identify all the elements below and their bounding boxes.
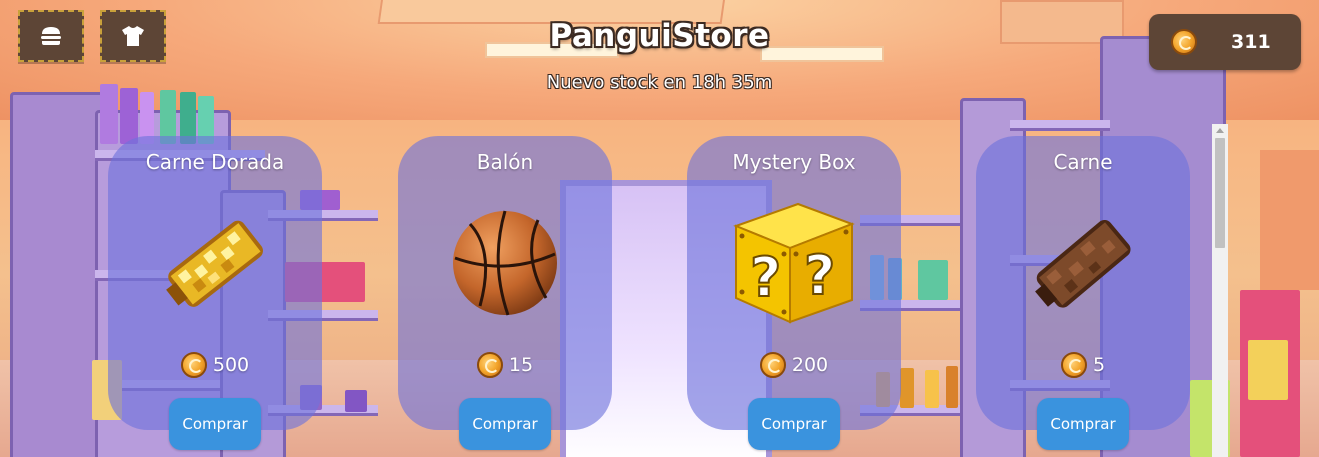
coin-balance-value: 311 xyxy=(1231,31,1271,53)
coin-icon xyxy=(1060,352,1087,378)
restock-timer: Nuevo stock en 18h 35m xyxy=(546,72,773,93)
price-row: 200 xyxy=(687,352,901,378)
item-card-balon: Balón 15 Comprar xyxy=(398,136,612,450)
item-price: 500 xyxy=(212,354,250,376)
buy-button[interactable]: Comprar xyxy=(459,398,551,450)
item-price: 5 xyxy=(1092,354,1106,376)
coin-icon xyxy=(759,352,786,378)
item-card-mystery-box: Mystery Box ? ? 200 Comprar xyxy=(687,136,901,450)
mystery-box-icon: ? ? xyxy=(733,202,855,324)
buy-button[interactable]: Comprar xyxy=(1037,398,1129,450)
buy-button[interactable]: Comprar xyxy=(169,398,261,450)
coin-balance: 311 xyxy=(1149,14,1301,70)
price-row: 5 xyxy=(976,352,1190,378)
item-name: Carne xyxy=(1053,150,1113,174)
scroll-thumb[interactable] xyxy=(1215,138,1225,248)
item-card-carne-dorada: Carne Dorada 500 Comprar xyxy=(108,136,322,450)
coin-icon xyxy=(180,352,207,378)
buy-button[interactable]: Comprar xyxy=(748,398,840,450)
scrollbar[interactable] xyxy=(1212,124,1228,457)
price-row: 15 xyxy=(398,352,612,378)
item-name: Carne Dorada xyxy=(145,150,285,174)
item-name: Mystery Box xyxy=(732,150,856,174)
coin-icon xyxy=(476,352,503,378)
golden-meat-icon xyxy=(166,220,263,307)
meat-icon xyxy=(1035,219,1131,308)
item-name: Balón xyxy=(476,150,534,174)
item-price: 200 xyxy=(791,354,829,376)
store-title: PanguiStore xyxy=(549,18,770,54)
price-row: 500 xyxy=(108,352,322,378)
scroll-up-icon[interactable] xyxy=(1216,128,1224,133)
svg-text:?: ? xyxy=(804,244,835,307)
item-card-carne: Carne 5 Comprar xyxy=(976,136,1190,450)
basketball-icon xyxy=(453,210,557,316)
item-price: 15 xyxy=(508,354,534,376)
svg-text:?: ? xyxy=(750,246,781,309)
coin-icon xyxy=(1171,29,1197,55)
